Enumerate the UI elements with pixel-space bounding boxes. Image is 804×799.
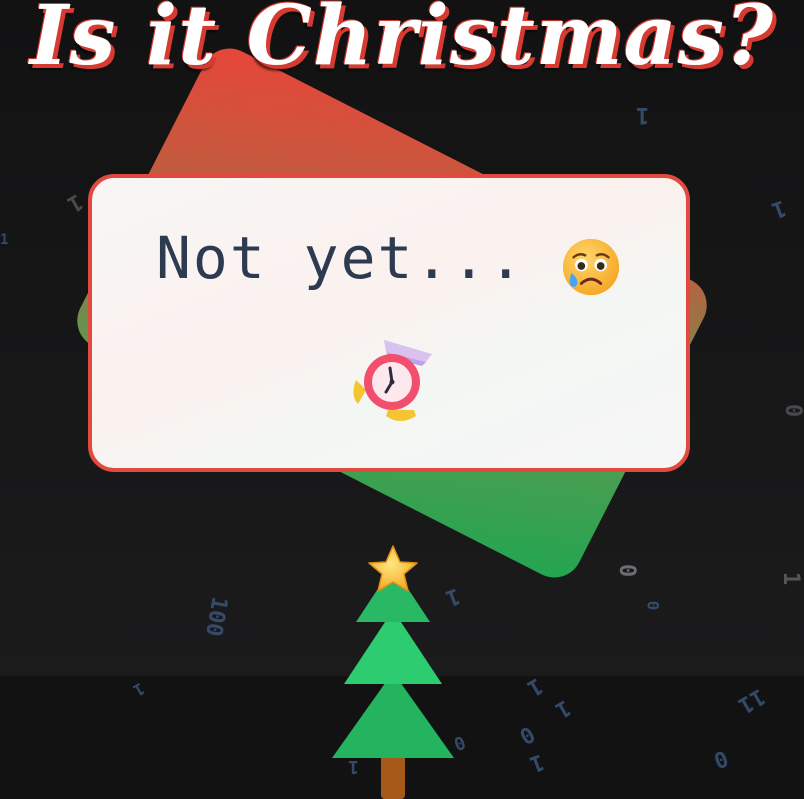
binary-digit: 1 [778, 571, 804, 586]
sad-tear-face-icon [562, 238, 620, 296]
binary-digit: 0 [780, 403, 804, 418]
binary-digit: 1 [0, 232, 9, 248]
answer-text: Not yet... [156, 224, 526, 292]
tree-trunk [381, 754, 405, 799]
page-title: Is it Christmas? [29, 0, 775, 84]
binary-digit: 0 [614, 563, 640, 578]
binary-digit: 0 [643, 600, 663, 611]
alarm-clock-icon [353, 340, 432, 421]
christmas-tree [332, 545, 454, 799]
answer-card: Not yet... [88, 174, 690, 472]
tree-tier-bottom [332, 672, 454, 758]
binary-digit: 1 [636, 102, 650, 127]
